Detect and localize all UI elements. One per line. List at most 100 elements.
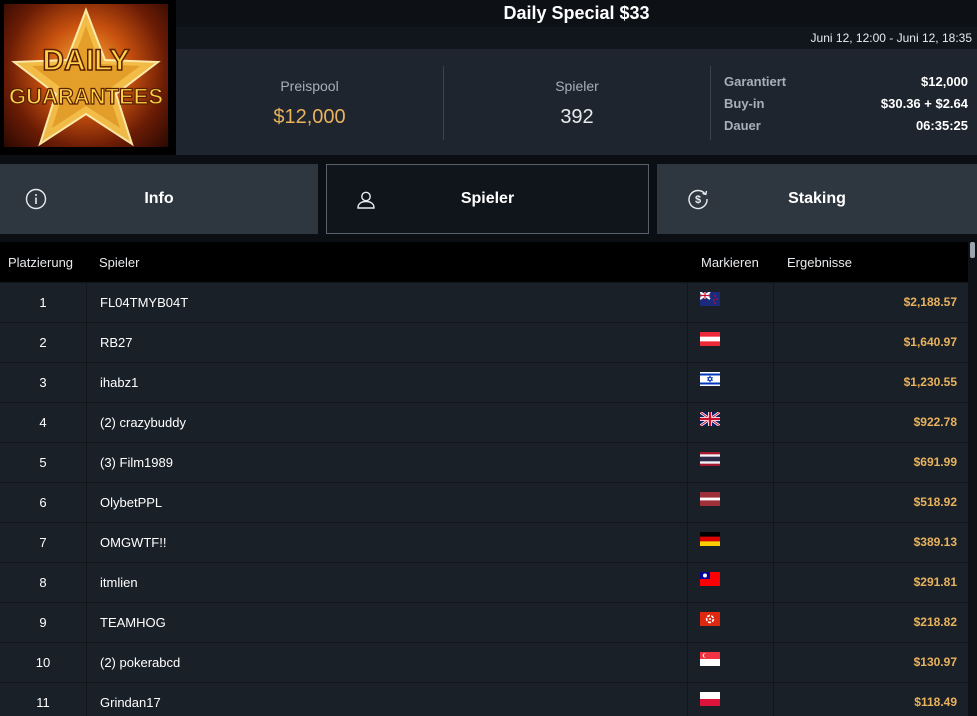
table-row[interactable]: 7 OMGWTF!! $389.13	[0, 522, 968, 562]
col-flag-header[interactable]: Markieren	[701, 255, 759, 270]
tab-players[interactable]: Spieler	[326, 164, 649, 234]
detail-guaranteed: Garantiert $12,000	[724, 71, 968, 93]
tab-players-label: Spieler	[460, 190, 515, 207]
rank-cell: 6	[39, 495, 47, 510]
prize-pool-label: Preispool	[280, 78, 339, 94]
col-player-header[interactable]: Spieler	[99, 255, 139, 270]
player-name-cell: OMGWTF!!	[86, 523, 687, 562]
rank-cell: 2	[39, 335, 47, 350]
austria-flag-icon	[700, 332, 720, 346]
latvia-flag-icon	[700, 492, 720, 506]
rank-cell: 9	[39, 615, 47, 630]
result-cell: $2,188.57	[903, 295, 957, 309]
player-name-cell: (3) Film1989	[86, 443, 687, 482]
table-row[interactable]: 5 (3) Film1989 $691.99	[0, 442, 968, 482]
israel-flag-icon	[700, 372, 720, 386]
thailand-flag-icon	[700, 452, 720, 466]
logo-text-daily: DAILY	[42, 44, 129, 77]
result-cell: $518.92	[913, 495, 957, 509]
table-row[interactable]: 11 Grindan17 $118.49	[0, 682, 968, 716]
tab-staking-label: Staking	[788, 190, 846, 207]
singapore-flag-icon	[700, 652, 720, 666]
flag-cell	[687, 643, 774, 682]
table-row[interactable]: 1 FL04TMYB04T $2,188.57	[0, 282, 968, 322]
flag-cell	[687, 443, 774, 482]
tab-staking[interactable]: $ Staking	[657, 164, 977, 234]
flag-cell	[687, 603, 774, 642]
result-cell: $1,230.55	[903, 375, 957, 389]
result-cell: $922.78	[913, 415, 957, 429]
date-range: Juni 12, 12:00 - Juni 12, 18:35	[176, 27, 977, 49]
detail-buy-in: Buy-in $30.36 + $2.64	[724, 93, 968, 115]
rank-cell: 11	[36, 695, 50, 710]
dollar-coin-icon: $	[688, 189, 708, 210]
table-row[interactable]: 3 ihabz1 $1,230.55	[0, 362, 968, 402]
col-result-header[interactable]: Ergebnisse	[787, 255, 852, 270]
result-cell: $130.97	[913, 655, 957, 669]
table-scrollbar[interactable]	[968, 242, 977, 716]
col-rank-header[interactable]: Platzierung	[8, 255, 73, 270]
rank-cell: 5	[39, 455, 47, 470]
poland-flag-icon	[700, 692, 720, 706]
detail-label: Buy-in	[724, 96, 765, 111]
tournament-title: Daily Special $33	[176, 0, 977, 27]
detail-value: $30.36 + $2.64	[880, 96, 968, 111]
flag-cell	[687, 283, 774, 322]
detail-duration: Dauer 06:35:25	[724, 115, 968, 137]
prize-pool: Preispool $12,000	[176, 66, 443, 140]
player-name-cell: itmlien	[86, 563, 687, 602]
flag-cell	[687, 563, 774, 602]
new-zealand-flag-icon	[700, 292, 720, 306]
flag-cell	[687, 323, 774, 362]
table-row[interactable]: 4 (2) crazybuddy $922.78	[0, 402, 968, 442]
info-icon	[25, 188, 47, 210]
player-name-cell: Grindan17	[86, 683, 687, 716]
result-cell: $691.99	[913, 455, 957, 469]
players-label: Spieler	[555, 78, 599, 94]
table-row[interactable]: 10 (2) pokerabcd $130.97	[0, 642, 968, 682]
table-row[interactable]: 6 OlybetPPL $518.92	[0, 482, 968, 522]
flag-cell	[687, 523, 774, 562]
rank-cell: 4	[39, 415, 47, 430]
player-name-cell: TEAMHOG	[86, 603, 687, 642]
flag-cell	[687, 483, 774, 522]
player-name-cell: RB27	[86, 323, 687, 362]
result-cell: $389.13	[913, 535, 957, 549]
logo-text-guarantees: GUARANTEES	[9, 84, 163, 109]
user-icon	[357, 191, 375, 209]
flag-cell	[687, 403, 774, 442]
daily-guarantees-logo: DAILY GUARANTEES	[0, 0, 176, 155]
players-count: Spieler 392	[443, 66, 710, 140]
player-name-cell: FL04TMYB04T	[86, 283, 687, 322]
svg-text:$: $	[695, 194, 701, 206]
scrollbar-thumb[interactable]	[970, 242, 975, 258]
tournament-details: Garantiert $12,000 Buy-in $30.36 + $2.64…	[710, 66, 977, 140]
table-row[interactable]: 8 itmlien $291.81	[0, 562, 968, 602]
united-kingdom-flag-icon	[700, 412, 720, 426]
table-row[interactable]: 9 TEAMHOG $218.82	[0, 602, 968, 642]
detail-value: $12,000	[921, 74, 968, 89]
table-row[interactable]: 2 RB27 $1,640.97	[0, 322, 968, 362]
detail-value: 06:35:25	[915, 118, 968, 133]
flag-cell	[687, 363, 774, 402]
rank-cell: 10	[35, 655, 51, 670]
prize-pool-value: $12,000	[273, 106, 346, 128]
taiwan-flag-icon	[700, 572, 720, 586]
player-name-cell: OlybetPPL	[86, 483, 687, 522]
result-cell: $218.82	[913, 615, 957, 629]
result-cell: $118.49	[914, 695, 957, 709]
detail-label: Dauer	[724, 118, 761, 133]
stats-panel: Preispool $12,000 Spieler 392 Garantiert…	[176, 49, 977, 155]
players-value: 392	[560, 106, 594, 128]
flag-cell	[687, 683, 774, 716]
result-cell: $1,640.97	[903, 335, 957, 349]
player-name-cell: ihabz1	[86, 363, 687, 402]
tab-info[interactable]: Info	[0, 164, 318, 234]
players-table-header: Platzierung Spieler Markieren Ergebnisse	[0, 242, 968, 282]
rank-cell: 1	[39, 295, 47, 310]
player-name-cell: (2) crazybuddy	[86, 403, 687, 442]
player-name-cell: (2) pokerabcd	[86, 643, 687, 682]
germany-flag-icon	[700, 532, 720, 546]
result-cell: $291.81	[913, 575, 957, 589]
tab-info-label: Info	[144, 190, 174, 207]
